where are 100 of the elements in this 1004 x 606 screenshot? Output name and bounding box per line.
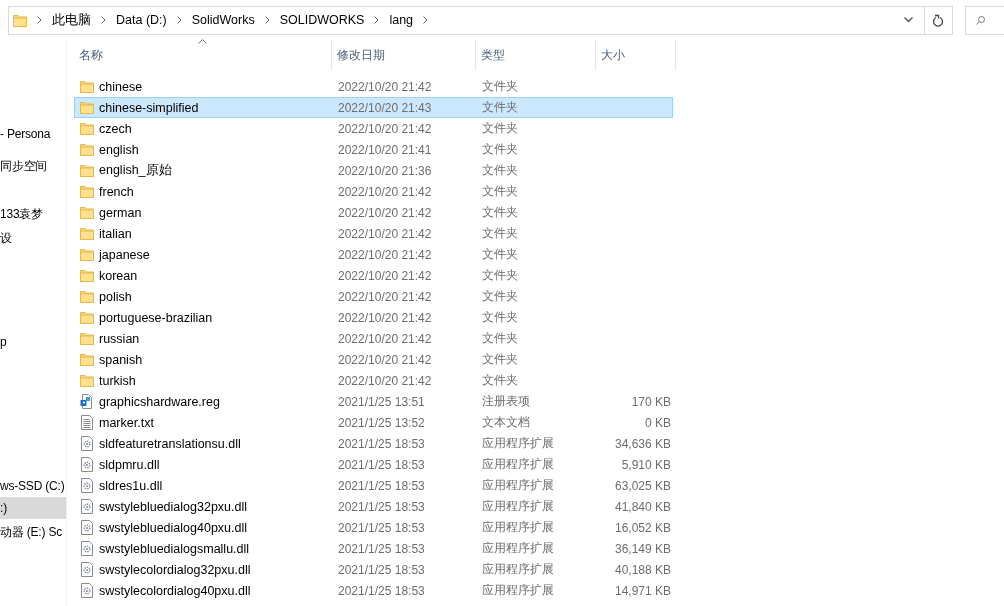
file-name: chinese-simplified xyxy=(99,100,199,115)
file-row[interactable]: french 2022/10/20 21:42 文件夹 xyxy=(74,181,673,202)
file-row[interactable]: german 2022/10/20 21:42 文件夹 xyxy=(74,202,673,223)
search-field[interactable] xyxy=(964,5,1004,35)
chevron-right-icon xyxy=(423,16,429,24)
modified-date: 2022/10/20 21:42 xyxy=(337,226,433,241)
breadcrumb-item[interactable]: SOLIDWORKS xyxy=(271,13,373,27)
file-type: 应用程序扩展 xyxy=(481,582,555,599)
file-type: 文件夹 xyxy=(481,309,519,326)
sidebar-item[interactable]: :) xyxy=(0,497,66,519)
gear-file-icon xyxy=(81,520,93,535)
breadcrumb-item[interactable]: 此电脑 xyxy=(44,11,99,29)
chevron-right-icon xyxy=(101,16,106,24)
chevron-down-icon[interactable] xyxy=(904,17,913,23)
sidebar-item[interactable]: 同步空间 xyxy=(0,155,66,177)
folder-icon xyxy=(80,227,94,240)
sidebar-item[interactable]: 设 xyxy=(0,227,66,249)
chevron-right-icon xyxy=(176,16,182,24)
file-type: 文件夹 xyxy=(481,141,519,158)
file-row[interactable]: japanese 2022/10/20 21:42 文件夹 xyxy=(74,244,673,265)
folder-icon xyxy=(80,164,94,177)
file-row[interactable]: czech 2022/10/20 21:42 文件夹 xyxy=(74,118,673,139)
file-name: sldfeaturetranslationsu.dll xyxy=(99,436,241,451)
chevron-right-icon xyxy=(37,16,42,24)
file-row[interactable]: sldpmru.dll 2021/1/25 18:53 应用程序扩展 5,910 KB xyxy=(74,454,673,475)
modified-date: 2022/10/20 21:42 xyxy=(337,79,433,94)
column-header[interactable]: 大小 xyxy=(596,40,676,70)
file-name: graphicshardware.reg xyxy=(99,394,220,409)
refresh-icon xyxy=(932,13,944,27)
registry-file-icon xyxy=(80,394,94,409)
file-name: polish xyxy=(99,289,132,304)
file-row[interactable]: graphicshardware.reg 2021/1/25 13:51 注册表项 170 KB xyxy=(74,391,673,412)
modified-date: 2022/10/20 21:42 xyxy=(337,352,433,367)
modified-date: 2022/10/20 21:42 xyxy=(337,373,433,388)
file-row[interactable]: marker.txt 2021/1/25 13:52 文本文档 0 KB xyxy=(74,412,673,433)
gear-file-icon xyxy=(81,583,93,598)
file-row[interactable]: swstylecolordialog32pxu.dll 2021/1/25 18:53 应用程序扩展 40,188 KB xyxy=(74,559,673,580)
file-row[interactable]: english_原始 2022/10/20 21:36 文件夹 xyxy=(74,160,673,181)
gear-file-icon xyxy=(81,541,93,556)
file-row[interactable]: polish 2022/10/20 21:42 文件夹 xyxy=(74,286,673,307)
file-type: 文件夹 xyxy=(481,183,519,200)
modified-date: 2021/1/25 18:53 xyxy=(337,520,426,535)
file-row[interactable]: english 2022/10/20 21:41 文件夹 xyxy=(74,139,673,160)
folder-icon xyxy=(80,353,94,366)
file-size: 0 KB xyxy=(644,415,671,430)
file-row[interactable]: italian 2022/10/20 21:42 文件夹 xyxy=(74,223,673,244)
breadcrumb-item[interactable]: SolidWorks xyxy=(183,13,263,27)
column-header[interactable]: 名称 xyxy=(74,40,332,70)
file-row[interactable]: swstylecolordialog40pxu.dll 2021/1/25 18:53 应用程序扩展 14,971 KB xyxy=(74,580,673,601)
sidebar-item[interactable]: 133袁梦 xyxy=(0,203,66,225)
file-name: french xyxy=(99,184,134,199)
breadcrumb-item[interactable]: lang xyxy=(381,13,422,27)
file-type: 文件夹 xyxy=(481,288,519,305)
file-row[interactable]: spanish 2022/10/20 21:42 文件夹 xyxy=(74,349,673,370)
file-row[interactable]: portuguese-brazilian 2022/10/20 21:42 文件夹 xyxy=(74,307,673,328)
modified-date: 2022/10/20 21:42 xyxy=(337,184,433,199)
folder-icon xyxy=(80,101,94,114)
sidebar-item[interactable]: ws-SSD (C:) xyxy=(0,475,66,497)
file-row[interactable]: russian 2022/10/20 21:42 文件夹 xyxy=(74,328,673,349)
file-name: spanish xyxy=(99,352,143,367)
file-name: sldres1u.dll xyxy=(99,478,163,493)
file-row[interactable]: chinese-simplified 2022/10/20 21:43 文件夹 xyxy=(74,97,673,118)
file-row[interactable]: sldfeaturetranslationsu.dll 2021/1/25 18:53 应用程序扩展 34,636 KB xyxy=(74,433,673,454)
file-row[interactable]: swstylebluedialog32pxu.dll 2021/1/25 18:53 应用程序扩展 41,840 KB xyxy=(74,496,673,517)
modified-date: 2021/1/25 18:53 xyxy=(337,541,426,556)
file-type: 应用程序扩展 xyxy=(481,540,555,557)
file-type: 应用程序扩展 xyxy=(481,498,555,515)
file-row[interactable]: swstylebluedialog40pxu.dll 2021/1/25 18:53 应用程序扩展 16,052 KB xyxy=(74,517,673,538)
sidebar-item[interactable]: 动器 (E:) Sc xyxy=(0,521,66,543)
sidebar-item[interactable]: p xyxy=(0,331,66,353)
file-name: korean xyxy=(99,268,138,283)
address-bar[interactable]: 此电脑 Data (D:) SolidWorks SOLIDWORKS lang xyxy=(8,5,953,35)
file-row[interactable]: korean 2022/10/20 21:42 文件夹 xyxy=(74,265,673,286)
file-type: 文件夹 xyxy=(481,120,519,137)
sidebar-item[interactable]: - Persona xyxy=(0,123,66,145)
modified-date: 2022/10/20 21:41 xyxy=(337,142,433,157)
file-row[interactable]: chinese 2022/10/20 21:42 文件夹 xyxy=(74,76,673,97)
file-size: 36,149 KB xyxy=(613,541,671,556)
column-header[interactable]: 修改日期 xyxy=(332,40,476,70)
file-type: 文件夹 xyxy=(481,246,519,263)
chevron-right-icon xyxy=(264,16,270,24)
modified-date: 2022/10/20 21:43 xyxy=(337,100,433,115)
file-row[interactable]: sldres1u.dll 2021/1/25 18:53 应用程序扩展 63,025 KB xyxy=(74,475,673,496)
modified-date: 2021/1/25 18:53 xyxy=(337,562,426,577)
file-type: 文件夹 xyxy=(481,162,519,179)
file-size: 14,971 KB xyxy=(613,583,671,598)
file-row[interactable]: turkish 2022/10/20 21:42 文件夹 xyxy=(74,370,673,391)
file-size: 170 KB xyxy=(630,394,671,409)
modified-date: 2022/10/20 21:42 xyxy=(337,247,433,262)
gear-file-icon xyxy=(81,457,93,472)
modified-date: 2022/10/20 21:42 xyxy=(337,205,433,220)
file-size: 40,188 KB xyxy=(613,562,671,577)
folder-icon xyxy=(80,374,94,387)
file-name: english_原始 xyxy=(99,162,172,179)
column-header[interactable]: 类型 xyxy=(476,40,596,70)
folder-icon xyxy=(80,269,94,282)
gear-file-icon xyxy=(81,436,93,451)
file-row[interactable]: swstylebluedialogsmallu.dll 2021/1/25 18:53 应用程序扩展 36,149 KB xyxy=(74,538,673,559)
breadcrumb-item[interactable]: Data (D:) xyxy=(108,13,175,27)
file-type: 文件夹 xyxy=(481,78,519,95)
